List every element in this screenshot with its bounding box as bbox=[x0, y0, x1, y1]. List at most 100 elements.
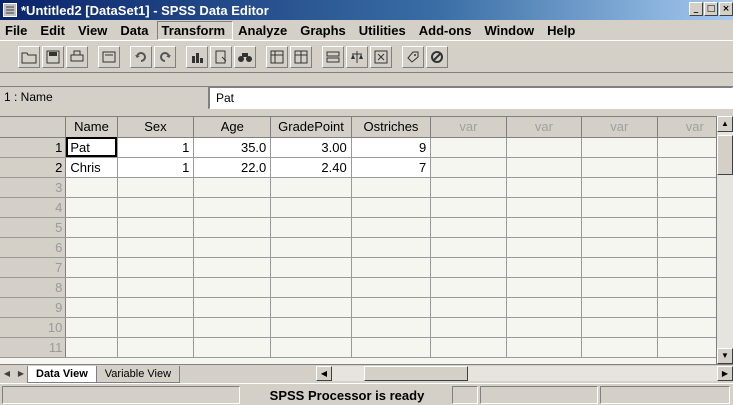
weight-cases-icon[interactable] bbox=[346, 45, 368, 68]
open-icon[interactable] bbox=[18, 45, 40, 68]
row-number[interactable]: 2 bbox=[0, 157, 67, 178]
empty-cell[interactable] bbox=[351, 237, 432, 258]
empty-cell[interactable] bbox=[270, 217, 352, 238]
empty-cell[interactable] bbox=[581, 217, 658, 238]
empty-cell[interactable] bbox=[506, 197, 583, 218]
redo-icon[interactable] bbox=[154, 45, 176, 68]
empty-cell[interactable] bbox=[117, 177, 195, 198]
empty-cell[interactable] bbox=[270, 197, 352, 218]
empty-cell[interactable] bbox=[351, 337, 432, 358]
empty-cell[interactable] bbox=[351, 317, 432, 338]
menu-graphs[interactable]: Graphs bbox=[295, 23, 354, 38]
use-sets-icon[interactable] bbox=[426, 45, 448, 68]
empty-cell[interactable] bbox=[506, 237, 583, 258]
data-cell[interactable]: 22.0 bbox=[193, 157, 272, 178]
empty-cell[interactable] bbox=[430, 277, 507, 298]
empty-cell[interactable] bbox=[581, 237, 658, 258]
maximize-button[interactable]: □ bbox=[704, 2, 718, 16]
data-cell[interactable]: Chris bbox=[65, 157, 118, 178]
empty-cell[interactable] bbox=[193, 297, 272, 318]
column-header-age[interactable]: Age bbox=[193, 117, 272, 138]
empty-cell[interactable] bbox=[581, 297, 658, 318]
empty-cell[interactable] bbox=[506, 217, 583, 238]
horizontal-scrollbar[interactable]: ◀ ▶ bbox=[316, 366, 733, 381]
empty-cell[interactable] bbox=[351, 217, 432, 238]
row-number[interactable]: 9 bbox=[0, 297, 67, 318]
split-file-icon[interactable] bbox=[322, 45, 344, 68]
empty-cell[interactable] bbox=[270, 257, 352, 278]
empty-cell[interactable] bbox=[506, 157, 583, 178]
empty-cell[interactable] bbox=[270, 177, 352, 198]
row-number[interactable]: 7 bbox=[0, 257, 67, 278]
column-header-var[interactable]: var bbox=[581, 117, 658, 138]
empty-cell[interactable] bbox=[65, 297, 118, 318]
horizontal-scroll-thumb[interactable] bbox=[364, 366, 468, 381]
empty-cell[interactable] bbox=[65, 237, 118, 258]
empty-cell[interactable] bbox=[65, 317, 118, 338]
row-number[interactable]: 11 bbox=[0, 337, 67, 358]
empty-cell[interactable] bbox=[193, 277, 272, 298]
empty-cell[interactable] bbox=[506, 277, 583, 298]
row-number[interactable]: 4 bbox=[0, 197, 67, 218]
empty-cell[interactable] bbox=[430, 137, 507, 158]
row-number[interactable]: 3 bbox=[0, 177, 67, 198]
menu-analyze[interactable]: Analyze bbox=[233, 23, 295, 38]
menu-utilities[interactable]: Utilities bbox=[354, 23, 414, 38]
empty-cell[interactable] bbox=[65, 337, 118, 358]
column-header-ostriches[interactable]: Ostriches bbox=[351, 117, 432, 138]
empty-cell[interactable] bbox=[117, 297, 195, 318]
row-number[interactable]: 8 bbox=[0, 277, 67, 298]
empty-cell[interactable] bbox=[581, 137, 658, 158]
empty-cell[interactable] bbox=[117, 257, 195, 278]
tab-scroll-left-icon[interactable]: ◀ bbox=[0, 366, 14, 382]
empty-cell[interactable] bbox=[193, 237, 272, 258]
empty-cell[interactable] bbox=[270, 317, 352, 338]
empty-cell[interactable] bbox=[193, 197, 272, 218]
empty-cell[interactable] bbox=[506, 337, 583, 358]
empty-cell[interactable] bbox=[581, 317, 658, 338]
scroll-down-arrow[interactable]: ▼ bbox=[717, 348, 733, 364]
row-number[interactable]: 6 bbox=[0, 237, 67, 258]
value-labels-icon[interactable] bbox=[402, 45, 424, 68]
scroll-right-arrow[interactable]: ▶ bbox=[717, 366, 733, 381]
goto-chart-icon[interactable] bbox=[186, 45, 208, 68]
menu-add-ons[interactable]: Add-ons bbox=[414, 23, 480, 38]
menu-window[interactable]: Window bbox=[479, 23, 542, 38]
data-cell[interactable]: 9 bbox=[351, 137, 432, 158]
empty-cell[interactable] bbox=[506, 257, 583, 278]
data-cell[interactable]: 2.40 bbox=[270, 157, 352, 178]
print-icon[interactable] bbox=[66, 45, 88, 68]
scroll-up-arrow[interactable]: ▲ bbox=[717, 116, 733, 132]
goto-case-icon[interactable] bbox=[210, 45, 232, 68]
empty-cell[interactable] bbox=[193, 217, 272, 238]
empty-cell[interactable] bbox=[351, 257, 432, 278]
menu-edit[interactable]: Edit bbox=[35, 23, 73, 38]
menu-help[interactable]: Help bbox=[542, 23, 583, 38]
data-cell[interactable]: 1 bbox=[117, 137, 195, 158]
corner-cell[interactable] bbox=[0, 117, 67, 138]
row-number[interactable]: 1 bbox=[0, 137, 67, 158]
menu-file[interactable]: File bbox=[0, 23, 35, 38]
menu-data[interactable]: Data bbox=[115, 23, 156, 38]
empty-cell[interactable] bbox=[581, 157, 658, 178]
find-icon[interactable] bbox=[234, 45, 256, 68]
tab-scroll-right-icon[interactable]: ▶ bbox=[14, 366, 28, 382]
empty-cell[interactable] bbox=[430, 257, 507, 278]
empty-cell[interactable] bbox=[430, 217, 507, 238]
empty-cell[interactable] bbox=[581, 277, 658, 298]
column-header-gradepoint[interactable]: GradePoint bbox=[270, 117, 352, 138]
empty-cell[interactable] bbox=[65, 257, 118, 278]
select-cases-icon[interactable] bbox=[370, 45, 392, 68]
column-header-var[interactable]: var bbox=[506, 117, 583, 138]
empty-cell[interactable] bbox=[270, 277, 352, 298]
cell-value-input[interactable]: Pat bbox=[209, 87, 733, 109]
menu-transform[interactable]: Transform bbox=[156, 20, 234, 40]
empty-cell[interactable] bbox=[117, 337, 195, 358]
insert-cases-icon[interactable] bbox=[266, 45, 288, 68]
save-icon[interactable] bbox=[42, 45, 64, 68]
empty-cell[interactable] bbox=[270, 337, 352, 358]
undo-icon[interactable] bbox=[130, 45, 152, 68]
empty-cell[interactable] bbox=[430, 197, 507, 218]
empty-cell[interactable] bbox=[351, 197, 432, 218]
empty-cell[interactable] bbox=[581, 337, 658, 358]
